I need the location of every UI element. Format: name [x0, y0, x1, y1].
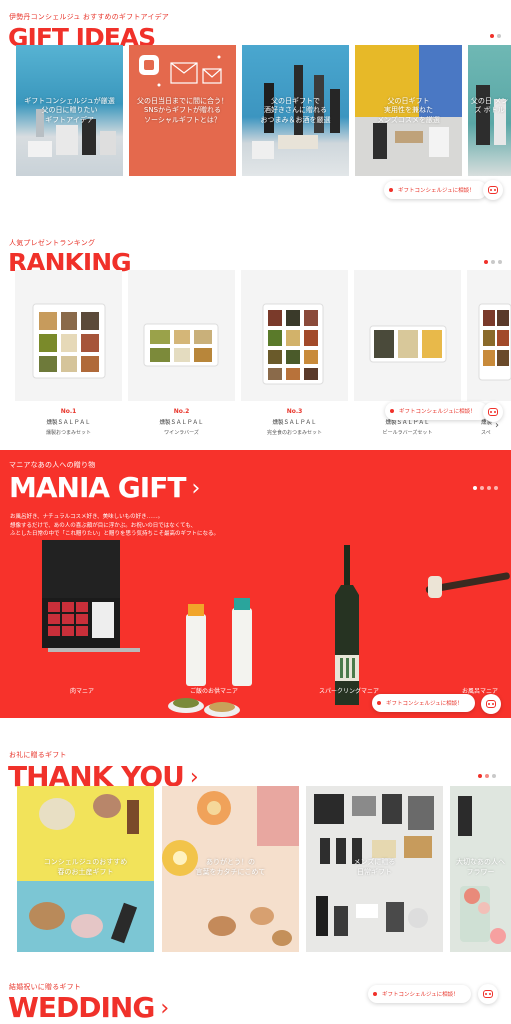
- gift-idea-card[interactable]: 父の日ギフトで 酒好きさんに贈れる おつまみ＆お酒を厳選: [242, 45, 349, 176]
- ranking-item-image[interactable]: [241, 270, 348, 401]
- thankyou-card[interactable]: メンズに贈る 日常ギフト: [306, 786, 443, 952]
- thankyou-card[interactable]: ありがとう！の 言葉をカタチにこめて: [162, 786, 299, 952]
- gift-idea-card-text: ギフトコンシェルジュが厳選 父の日に贈りたい ギフトアイデア: [24, 97, 115, 124]
- mania-title: MANIA GIFT: [9, 471, 186, 504]
- ranking-item-image[interactable]: [467, 270, 511, 401]
- rank-brand: 燻製ＳＡＬＰＡＬ: [159, 420, 204, 426]
- chevron-right-icon[interactable]: ›: [495, 420, 499, 431]
- pager-dot[interactable]: [497, 34, 501, 38]
- thankyou-card[interactable]: コンシェルジュのおすすめ 春のお土産ギフト: [17, 786, 154, 952]
- thankyou-card[interactable]: 大切なあの人へ フラワー: [450, 786, 511, 952]
- gift-idea-card-text: 父の日当日までに間に合う！ SNSからギフトが贈れる ソーシャルギフトとは？: [137, 97, 228, 124]
- rank-product-name: ビールラバーズセット: [382, 430, 433, 436]
- pager-dot[interactable]: [491, 260, 495, 264]
- concierge-bot-icon[interactable]: [478, 984, 498, 1004]
- rank-brand: 燻製ＳＡＬＰＡＬ: [46, 420, 91, 426]
- page: 伊勢丹コンシェルジュ おすすめのギフトアイデア GIFT IDEAS ギフトコン…: [0, 0, 511, 1024]
- robot-icon: [488, 408, 498, 416]
- ranking-product-image: [262, 303, 324, 385]
- rank-number: No.3: [286, 408, 303, 415]
- mania-pager[interactable]: [473, 486, 498, 490]
- concierge-bot-icon[interactable]: [483, 180, 503, 200]
- ranking-item-image[interactable]: [128, 270, 235, 401]
- pager-dot[interactable]: [490, 34, 494, 38]
- rank-product-name: 燻製おつまみセット: [45, 430, 91, 436]
- thankyou-card-text: コンシェルジュのおすすめ 春のお土産ギフト: [43, 858, 128, 876]
- gift-idea-card[interactable]: 父の日 メンズ ボトル: [468, 45, 511, 176]
- ranking-pager[interactable]: [484, 260, 502, 264]
- mania-eyebrow: マニアなあの人への贈り物: [9, 461, 96, 469]
- thankyou-pager[interactable]: [478, 774, 496, 778]
- concierge-button[interactable]: ギフトコンシェルジュに相談！: [372, 694, 475, 712]
- gift-idea-card[interactable]: 父の日当日までに間に合う！ SNSからギフトが贈れる ソーシャルギフトとは？: [129, 45, 236, 176]
- gift-idea-card[interactable]: ギフトコンシェルジュが厳選 父の日に贈りたい ギフトアイデア: [16, 45, 123, 176]
- thankyou-eyebrow: お礼に贈るギフト: [9, 751, 67, 759]
- pager-dot[interactable]: [492, 774, 496, 778]
- rank-number: No.2: [173, 408, 190, 415]
- pager-dot[interactable]: [487, 486, 491, 490]
- chevron-right-icon[interactable]: ›: [191, 476, 200, 501]
- pager-dot[interactable]: [498, 260, 502, 264]
- mania-gift-section: マニアなあの人への贈り物 MANIA GIFT › お風呂好き、ナチュラルコスメ好…: [0, 450, 511, 718]
- rank-product-name: 完全食のおつまみセット: [266, 430, 322, 436]
- ranking-product-image: [369, 325, 447, 363]
- robot-icon: [483, 990, 493, 998]
- mania-products-image: [42, 540, 510, 717]
- pager-dot[interactable]: [494, 486, 498, 490]
- gift-ideas-pager[interactable]: [490, 34, 501, 38]
- gift-idea-card-text: 父の日ギフト 実用性を兼ねた メンズコスメを厳選: [377, 97, 440, 124]
- wedding-title-row[interactable]: WEDDING ›: [8, 991, 169, 1024]
- gift-ideas-eyebrow: 伊勢丹コンシェルジュ おすすめのギフトアイデア: [9, 13, 169, 21]
- ranking-item-meta[interactable]: No.2 燻製ＳＡＬＰＡＬ ワインラバーズ: [128, 408, 235, 436]
- rank-product-name: ワインラバーズ: [164, 430, 199, 436]
- mania-desc-line: お風呂好き、ナチュラルコスメ好き、美味しいもの好き……。: [10, 514, 164, 520]
- robot-icon: [486, 700, 496, 708]
- ranking-item-meta[interactable]: No.1 燻製ＳＡＬＰＡＬ 燻製おつまみセット: [15, 408, 122, 436]
- gift-idea-card-text: 父の日ギフトで 酒好きさんに贈れる おつまみ＆お酒を厳選: [260, 97, 331, 124]
- thankyou-card-text: ありがとう！の 言葉をカタチにこめて: [195, 858, 266, 876]
- concierge-button[interactable]: ギフトコンシェルジュに相談！: [385, 402, 488, 420]
- concierge-button[interactable]: ギフトコンシェルジュに相談！: [368, 985, 471, 1003]
- thankyou-card-text: メンズに贈る 日常ギフト: [353, 858, 396, 876]
- ranking-item-image[interactable]: [354, 270, 461, 401]
- robot-icon: [488, 186, 498, 194]
- ranking-product-image: [32, 303, 106, 379]
- concierge-bot-icon[interactable]: [481, 694, 501, 714]
- pager-dot[interactable]: [478, 774, 482, 778]
- ranking-item-meta[interactable]: No.3 燻製ＳＡＬＰＡＬ 完全食のおつまみセット: [241, 408, 348, 436]
- pager-dot[interactable]: [484, 260, 488, 264]
- mania-desc-line: 想像するだけで、あの人の喜ぶ顔が目に浮かぶ。お祝いの日ではなくても、: [10, 522, 197, 529]
- rank-brand: 燻製ＳＡＬＰＡＬ: [272, 420, 317, 426]
- mania-title-row[interactable]: MANIA GIFT ›: [9, 471, 200, 504]
- ranking-product-image: [143, 323, 219, 367]
- mania-category-label[interactable]: ご飯のお供マニア: [172, 686, 256, 695]
- concierge-bot-icon[interactable]: [483, 402, 503, 422]
- wedding-title: WEDDING: [8, 991, 155, 1024]
- rank-number: No.1: [60, 408, 77, 415]
- gift-idea-card[interactable]: 父の日ギフト 実用性を兼ねた メンズコスメを厳選: [355, 45, 462, 176]
- ranking-item-image[interactable]: [15, 270, 122, 401]
- ranking-eyebrow: 人気プレゼントランキング: [9, 239, 96, 247]
- ranking-product-image: [478, 303, 511, 381]
- gift-idea-card-text: 父の日 メンズ ボトル: [470, 97, 509, 115]
- mania-category-label[interactable]: 肉マニア: [42, 686, 122, 695]
- concierge-button[interactable]: ギフトコンシェルジュに相談！: [384, 181, 487, 199]
- pager-dot[interactable]: [473, 486, 477, 490]
- pager-dot[interactable]: [485, 774, 489, 778]
- chevron-right-icon[interactable]: ›: [160, 996, 169, 1021]
- thankyou-card-text: 大切なあの人へ フラワー: [456, 858, 505, 876]
- pager-dot[interactable]: [480, 486, 484, 490]
